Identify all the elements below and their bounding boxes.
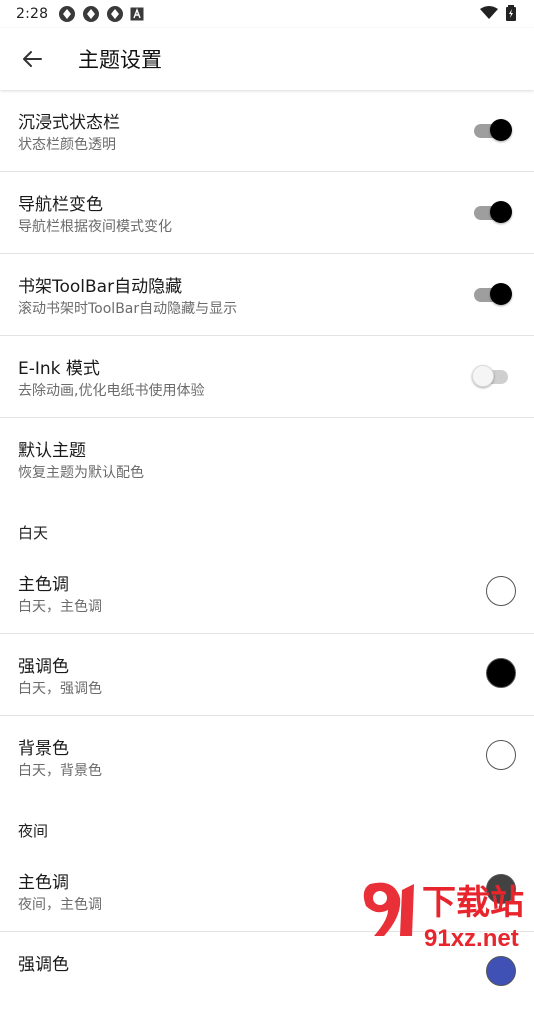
setting-day-background-color[interactable]: 背景色 白天，背景色	[0, 716, 534, 798]
battery-icon	[506, 5, 516, 21]
setting-title: 导航栏变色	[18, 195, 103, 215]
site-watermark: 下载站 91xz.net	[363, 882, 524, 950]
setting-title: 主色调	[18, 575, 69, 595]
color-swatch[interactable]	[486, 740, 516, 770]
setting-subtitle: 导航栏根据夜间模式变化	[18, 219, 172, 235]
setting-subtitle: 白天，主色调	[18, 599, 102, 615]
app-notification-icon	[59, 6, 76, 22]
page-title: 主题设置	[78, 48, 162, 72]
setting-subtitle: 去除动画,优化电纸书使用体验	[18, 383, 205, 399]
color-swatch[interactable]	[486, 576, 516, 606]
setting-day-accent-color[interactable]: 强调色 白天，强调色	[0, 634, 534, 716]
setting-day-primary-color[interactable]: 主色调 白天，主色调	[0, 552, 534, 634]
eink-mode-switch[interactable]	[472, 364, 512, 388]
section-header-day: 白天	[0, 500, 534, 552]
setting-subtitle: 白天，背景色	[18, 763, 102, 779]
switch-thumb	[490, 201, 512, 223]
toolbar-autohide-switch[interactable]	[472, 282, 512, 306]
setting-title: 强调色	[18, 657, 69, 677]
setting-title: E-Ink 模式	[18, 359, 100, 379]
setting-title: 书架ToolBar自动隐藏	[18, 277, 183, 297]
setting-eink-mode[interactable]: E-Ink 模式 去除动画,优化电纸书使用体验	[0, 336, 534, 418]
setting-subtitle: 白天，强调色	[18, 681, 102, 697]
wifi-icon	[480, 6, 498, 19]
app-bar: 主题设置	[0, 28, 534, 90]
setting-navbar-color[interactable]: 导航栏变色 导航栏根据夜间模式变化	[0, 172, 534, 254]
watermark-url-text: 91xz.net	[424, 925, 519, 950]
setting-subtitle: 滚动书架时ToolBar自动隐藏与显示	[18, 301, 238, 317]
section-header-night: 夜间	[0, 798, 534, 850]
switch-thumb	[472, 365, 494, 387]
setting-title: 强调色	[18, 955, 69, 975]
immersive-status-bar-switch[interactable]	[472, 118, 512, 142]
section-title: 夜间	[18, 822, 49, 840]
app-notification-icon	[107, 6, 124, 22]
system-icons	[480, 5, 516, 21]
notification-icons	[58, 5, 144, 23]
arrow-back-icon	[23, 51, 42, 67]
setting-title: 背景色	[18, 739, 69, 759]
back-button[interactable]	[14, 41, 50, 77]
setting-default-theme[interactable]: 默认主题 恢复主题为默认配色	[0, 418, 534, 500]
status-time: 2:28	[16, 6, 49, 22]
setting-title: 主色调	[18, 873, 69, 893]
section-title: 白天	[18, 524, 49, 542]
setting-title: 默认主题	[18, 441, 86, 461]
logo-9-icon	[363, 882, 414, 936]
setting-subtitle: 夜间，主色调	[18, 897, 102, 913]
status-bar: 2:28	[0, 0, 534, 28]
navbar-color-switch[interactable]	[472, 200, 512, 224]
setting-title: 沉浸式状态栏	[18, 113, 120, 133]
watermark-main-text: 下载站	[422, 884, 524, 922]
setting-toolbar-autohide[interactable]: 书架ToolBar自动隐藏 滚动书架时ToolBar自动隐藏与显示	[0, 254, 534, 336]
switch-thumb	[490, 283, 512, 305]
setting-subtitle: 状态栏颜色透明	[18, 137, 116, 153]
app-notification-icon	[83, 6, 100, 22]
font-a-icon	[130, 7, 144, 21]
setting-immersive-status-bar[interactable]: 沉浸式状态栏 状态栏颜色透明	[0, 90, 534, 172]
setting-subtitle: 恢复主题为默认配色	[18, 465, 144, 481]
color-swatch[interactable]	[486, 658, 516, 688]
switch-thumb	[490, 119, 512, 141]
color-swatch[interactable]	[486, 956, 516, 986]
